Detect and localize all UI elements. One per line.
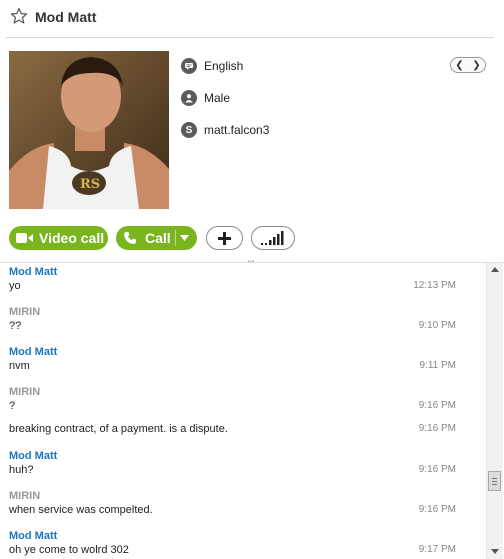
language-row: English [181,57,243,75]
contact-name-title: Mod Matt [35,9,97,25]
message-timestamp: 9:16 PM [418,400,456,411]
svg-text:RS: RS [80,177,100,192]
message-timestamp: 9:16 PM [418,464,456,475]
message-text: oh ye come to wolrd 302 9:17 PM [9,544,456,558]
message-body: ?? [9,320,22,332]
chat-message[interactable]: Mod Matt yo 12:13 PM [9,266,456,294]
chevron-right-icon[interactable]: ❯ [472,60,480,71]
chat-message[interactable]: Mod Matt oh ye come to wolrd 302 9:17 PM [9,530,456,558]
phone-icon [124,232,136,244]
message-sender[interactable]: Mod Matt [9,266,456,280]
favorite-star-icon[interactable] [10,7,28,25]
chat-message[interactable]: MIRIN when service was compelted. 9:16 PM [9,490,456,518]
chevron-left-icon[interactable]: ❮ [455,60,463,71]
skype-id-row: S matt.falcon3 [181,121,269,139]
plus-icon [218,231,231,245]
gender-row: Male [181,89,230,107]
skype-icon: S [181,122,197,138]
message-sender[interactable]: Mod Matt [9,530,456,544]
message-sender[interactable]: Mod Matt [9,346,456,360]
message-text: breaking contract, of a payment. is a di… [9,423,456,437]
message-timestamp: 9:11 PM [419,360,457,371]
message-timestamp: 12:13 PM [413,280,456,291]
message-text: nvm 9:11 PM [9,360,456,374]
language-value: English [204,59,244,73]
conversation-header: Mod Matt [0,0,504,38]
scroll-up-arrow-icon[interactable] [491,267,499,272]
message-timestamp: 9:17 PM [418,544,456,555]
message-timestamp: 9:16 PM [418,423,456,434]
profile-pager: ❮ ❯ [450,57,486,73]
message-body: when service was compelted. [9,504,153,516]
message-text: when service was compelted. 9:16 PM [9,504,456,518]
add-to-call-button[interactable] [206,226,243,250]
call-quality-button[interactable] [251,226,295,250]
chat-history[interactable]: Mod Matt yo 12:13 PM MIRIN?? 9:10 PM Mod Matt… [0,263,486,559]
message-sender[interactable]: Mod Matt [9,450,456,464]
message-timestamp: 9:10 PM [418,320,456,331]
message-sender[interactable]: MIRIN [9,490,456,504]
message-timestamp: 9:16 PM [418,504,456,515]
message-text: yo 12:13 PM [9,280,456,294]
avatar-photo-image: RS [9,51,169,209]
message-text: huh? 9:16 PM [9,464,456,478]
chat-message[interactable]: breaking contract, of a payment. is a di… [9,423,456,437]
contact-avatar[interactable]: RS [9,51,169,209]
chat-message[interactable]: MIRIN?? 9:10 PM [9,306,456,334]
message-body: ? [9,400,16,412]
call-button[interactable]: Call [116,226,197,250]
call-label: Call [145,230,171,246]
skype-id-value: matt.falcon3 [204,123,270,137]
scroll-down-arrow-icon[interactable] [491,549,499,554]
message-body: yo [9,280,21,292]
chat-message[interactable]: Mod Matt nvm 9:11 PM [9,346,456,374]
message-body: huh? [9,464,34,476]
chat-message[interactable]: MIRIN? 9:16 PM [9,386,456,414]
video-camera-icon [16,233,33,243]
message-text: ? 9:16 PM [9,400,456,414]
scroll-thumb[interactable] [488,471,501,491]
message-text: ?? 9:10 PM [9,320,456,334]
call-split-divider [175,230,176,246]
message-sender[interactable]: MIRIN [9,306,456,320]
message-sender[interactable]: MIRIN [9,386,456,400]
signal-strength-icon [261,231,284,245]
gender-value: Male [204,91,231,105]
header-divider [6,37,494,38]
message-body: nvm [9,360,30,372]
language-icon [181,58,197,74]
message-body: breaking contract, of a payment. is a di… [9,423,228,435]
chat-message[interactable]: Mod Matt huh? 9:16 PM [9,450,456,478]
message-body: oh ye come to wolrd 302 [9,544,129,556]
chat-scrollbar[interactable] [486,263,503,559]
person-icon [181,90,197,106]
video-call-button[interactable]: Video call [9,226,108,250]
chevron-down-icon[interactable] [180,235,189,241]
video-call-label: Video call [39,230,105,246]
